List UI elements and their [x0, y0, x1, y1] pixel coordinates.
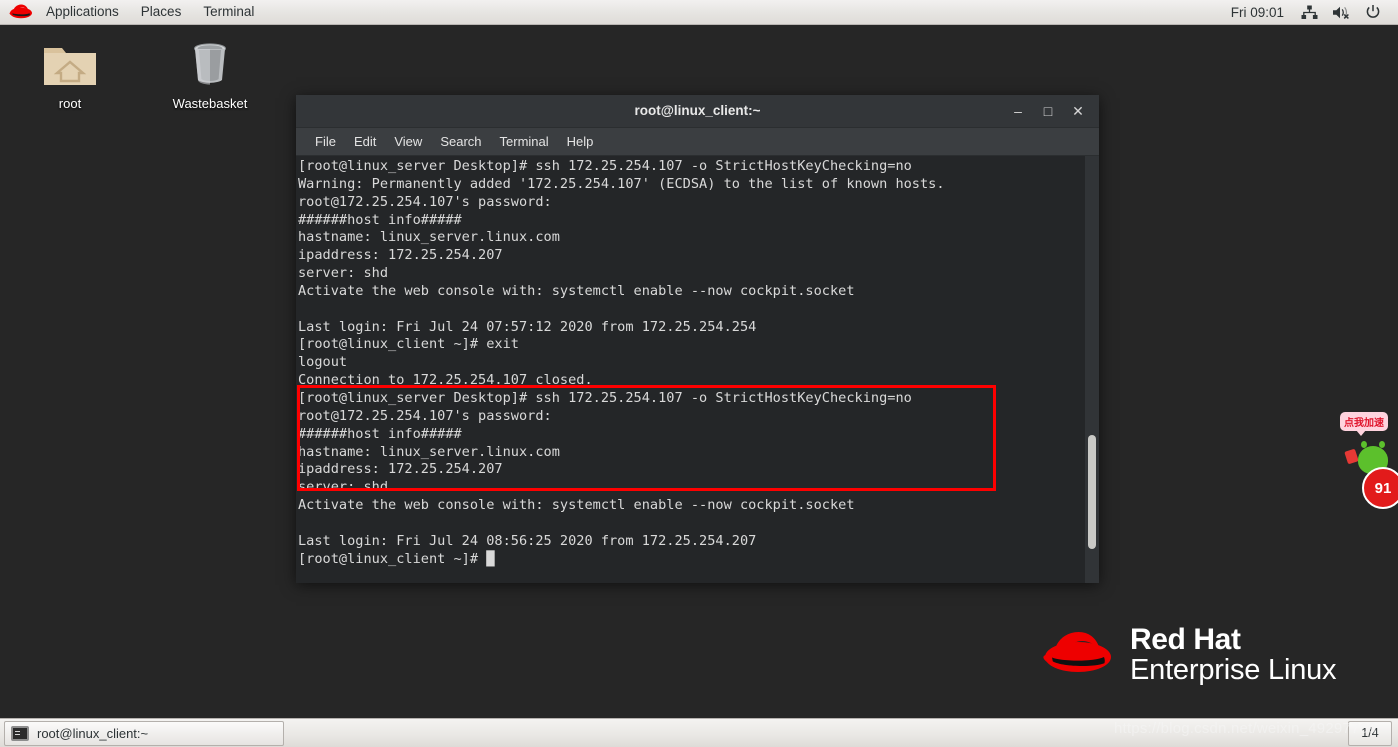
clock[interactable]: Fri 09:01 — [1221, 5, 1294, 20]
scrollbar-thumb[interactable] — [1088, 435, 1096, 549]
terminal-scrollbar[interactable] — [1085, 156, 1099, 583]
close-button[interactable]: ✕ — [1063, 95, 1093, 127]
window-controls: – □ ✕ — [1003, 95, 1099, 127]
desktop-icon-root-label: root — [58, 96, 82, 111]
terminal-text: [root@linux_server Desktop]# ssh 172.25.… — [298, 158, 945, 567]
panel-status-area: Fri 09:01 — [1221, 0, 1398, 24]
menu-search[interactable]: Search — [431, 128, 490, 155]
terminal-menubar: File Edit View Search Terminal Help — [296, 128, 1099, 156]
terminal-menu[interactable]: Terminal — [192, 0, 265, 24]
menu-help[interactable]: Help — [558, 128, 603, 155]
ad-badge[interactable]: 91 — [1362, 467, 1398, 509]
home-folder-icon — [22, 34, 118, 90]
terminal-window: root@linux_client:~ – □ ✕ File Edit View… — [296, 95, 1099, 583]
places-menu[interactable]: Places — [130, 0, 193, 24]
csdn-url-watermark: https://blog.csdn.net/weixin_49297769 — [1114, 720, 1377, 737]
ad-chip-icon — [1344, 448, 1359, 465]
desktop-icon-wastebasket[interactable]: Wastebasket — [162, 34, 258, 111]
redhat-logo-icon — [8, 3, 34, 21]
desktop-screen: Applications Places Terminal Fri 09:01 r… — [0, 0, 1398, 747]
menu-view[interactable]: View — [385, 128, 431, 155]
rhel-brand-line1: Red Hat — [1130, 623, 1241, 656]
applications-menu[interactable]: Applications — [35, 0, 130, 24]
floating-ad-widget[interactable]: 点我加速 91 — [1336, 404, 1398, 509]
rhel-brand-text: Red Hat Enterprise Linux — [1130, 623, 1337, 686]
terminal-titlebar[interactable]: root@linux_client:~ – □ ✕ — [296, 95, 1099, 128]
menu-edit[interactable]: Edit — [345, 128, 385, 155]
rhel-brand-line2: Enterprise Linux — [1130, 653, 1337, 686]
minimize-button[interactable]: – — [1003, 95, 1033, 127]
terminal-icon — [11, 725, 29, 741]
taskbar-window-button[interactable]: root@linux_client:~ — [4, 720, 284, 746]
taskbar-window-label: root@linux_client:~ — [37, 725, 149, 741]
ad-bubble-text[interactable]: 点我加速 — [1340, 412, 1388, 436]
terminal-output-area[interactable]: [root@linux_server Desktop]# ssh 172.25.… — [296, 156, 1099, 583]
panel-menu-group: Applications Places Terminal — [35, 0, 265, 24]
network-icon[interactable] — [1294, 5, 1325, 20]
maximize-button[interactable]: □ — [1033, 95, 1063, 127]
menu-terminal[interactable]: Terminal — [491, 128, 558, 155]
desktop-icon-wastebasket-label: Wastebasket — [172, 96, 248, 111]
trash-icon — [162, 34, 258, 90]
menu-file[interactable]: File — [306, 128, 345, 155]
rhel-brand-watermark: Red Hat Enterprise Linux — [1040, 623, 1337, 686]
volume-muted-icon[interactable] — [1325, 5, 1358, 20]
power-icon[interactable] — [1358, 4, 1388, 20]
desktop-icon-root[interactable]: root — [22, 34, 118, 111]
top-panel: Applications Places Terminal Fri 09:01 — [0, 0, 1398, 25]
terminal-title: root@linux_client:~ — [634, 103, 761, 118]
redhat-hat-icon — [1040, 627, 1116, 684]
